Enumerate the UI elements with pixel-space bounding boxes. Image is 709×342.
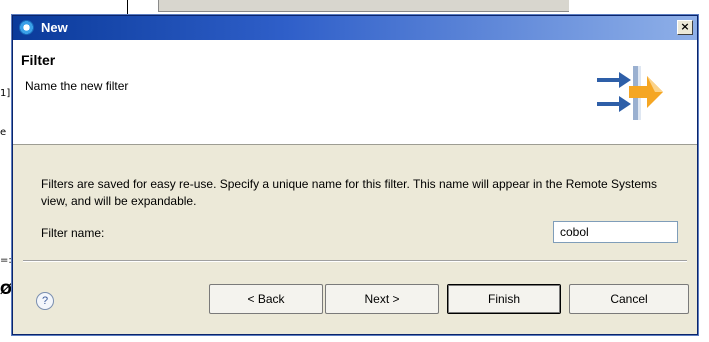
background-text-fragment: e	[0, 127, 7, 138]
dialog-title: New	[41, 20, 68, 35]
separator	[23, 260, 687, 262]
background-text-fragment: 1]	[0, 88, 11, 99]
filter-name-input[interactable]	[553, 221, 678, 243]
title-bar[interactable]: New ×	[13, 16, 697, 40]
background-text-fragment: =:	[0, 255, 12, 266]
filter-description-text: Filters are saved for easy re-use. Speci…	[41, 177, 658, 208]
new-wizard-dialog: New × Filter Name the new filter Filters…	[12, 15, 698, 335]
background-divider	[127, 0, 128, 14]
close-button[interactable]: ×	[677, 20, 693, 35]
wizard-banner: Filter Name the new filter	[13, 40, 697, 145]
filter-name-label: Filter name:	[41, 226, 105, 240]
eclipse-icon	[19, 20, 34, 35]
finish-button[interactable]: Finish	[447, 284, 561, 314]
back-button[interactable]: < Back	[209, 284, 323, 314]
wizard-arrows-icon	[597, 66, 663, 120]
cancel-button[interactable]: Cancel	[569, 284, 689, 314]
next-button[interactable]: Next >	[325, 284, 439, 314]
background-text-fragment: Ø	[0, 282, 12, 298]
help-button[interactable]: ?	[36, 292, 54, 310]
background-panel	[158, 0, 569, 12]
page-description: Name the new filter	[25, 79, 129, 93]
page-title: Filter	[21, 52, 56, 68]
